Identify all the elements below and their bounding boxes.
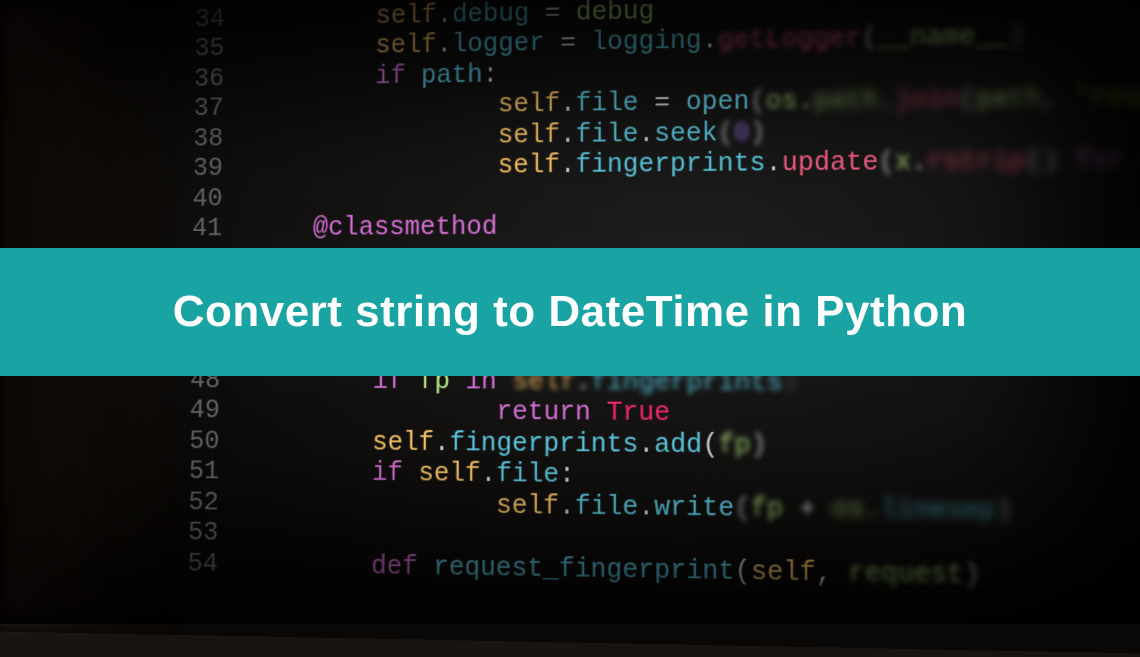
title-banner: Convert string to DateTime in Python [0, 248, 1140, 376]
banner-title-text: Convert string to DateTime in Python [173, 287, 968, 337]
code-line: @classmethod [252, 207, 1140, 243]
